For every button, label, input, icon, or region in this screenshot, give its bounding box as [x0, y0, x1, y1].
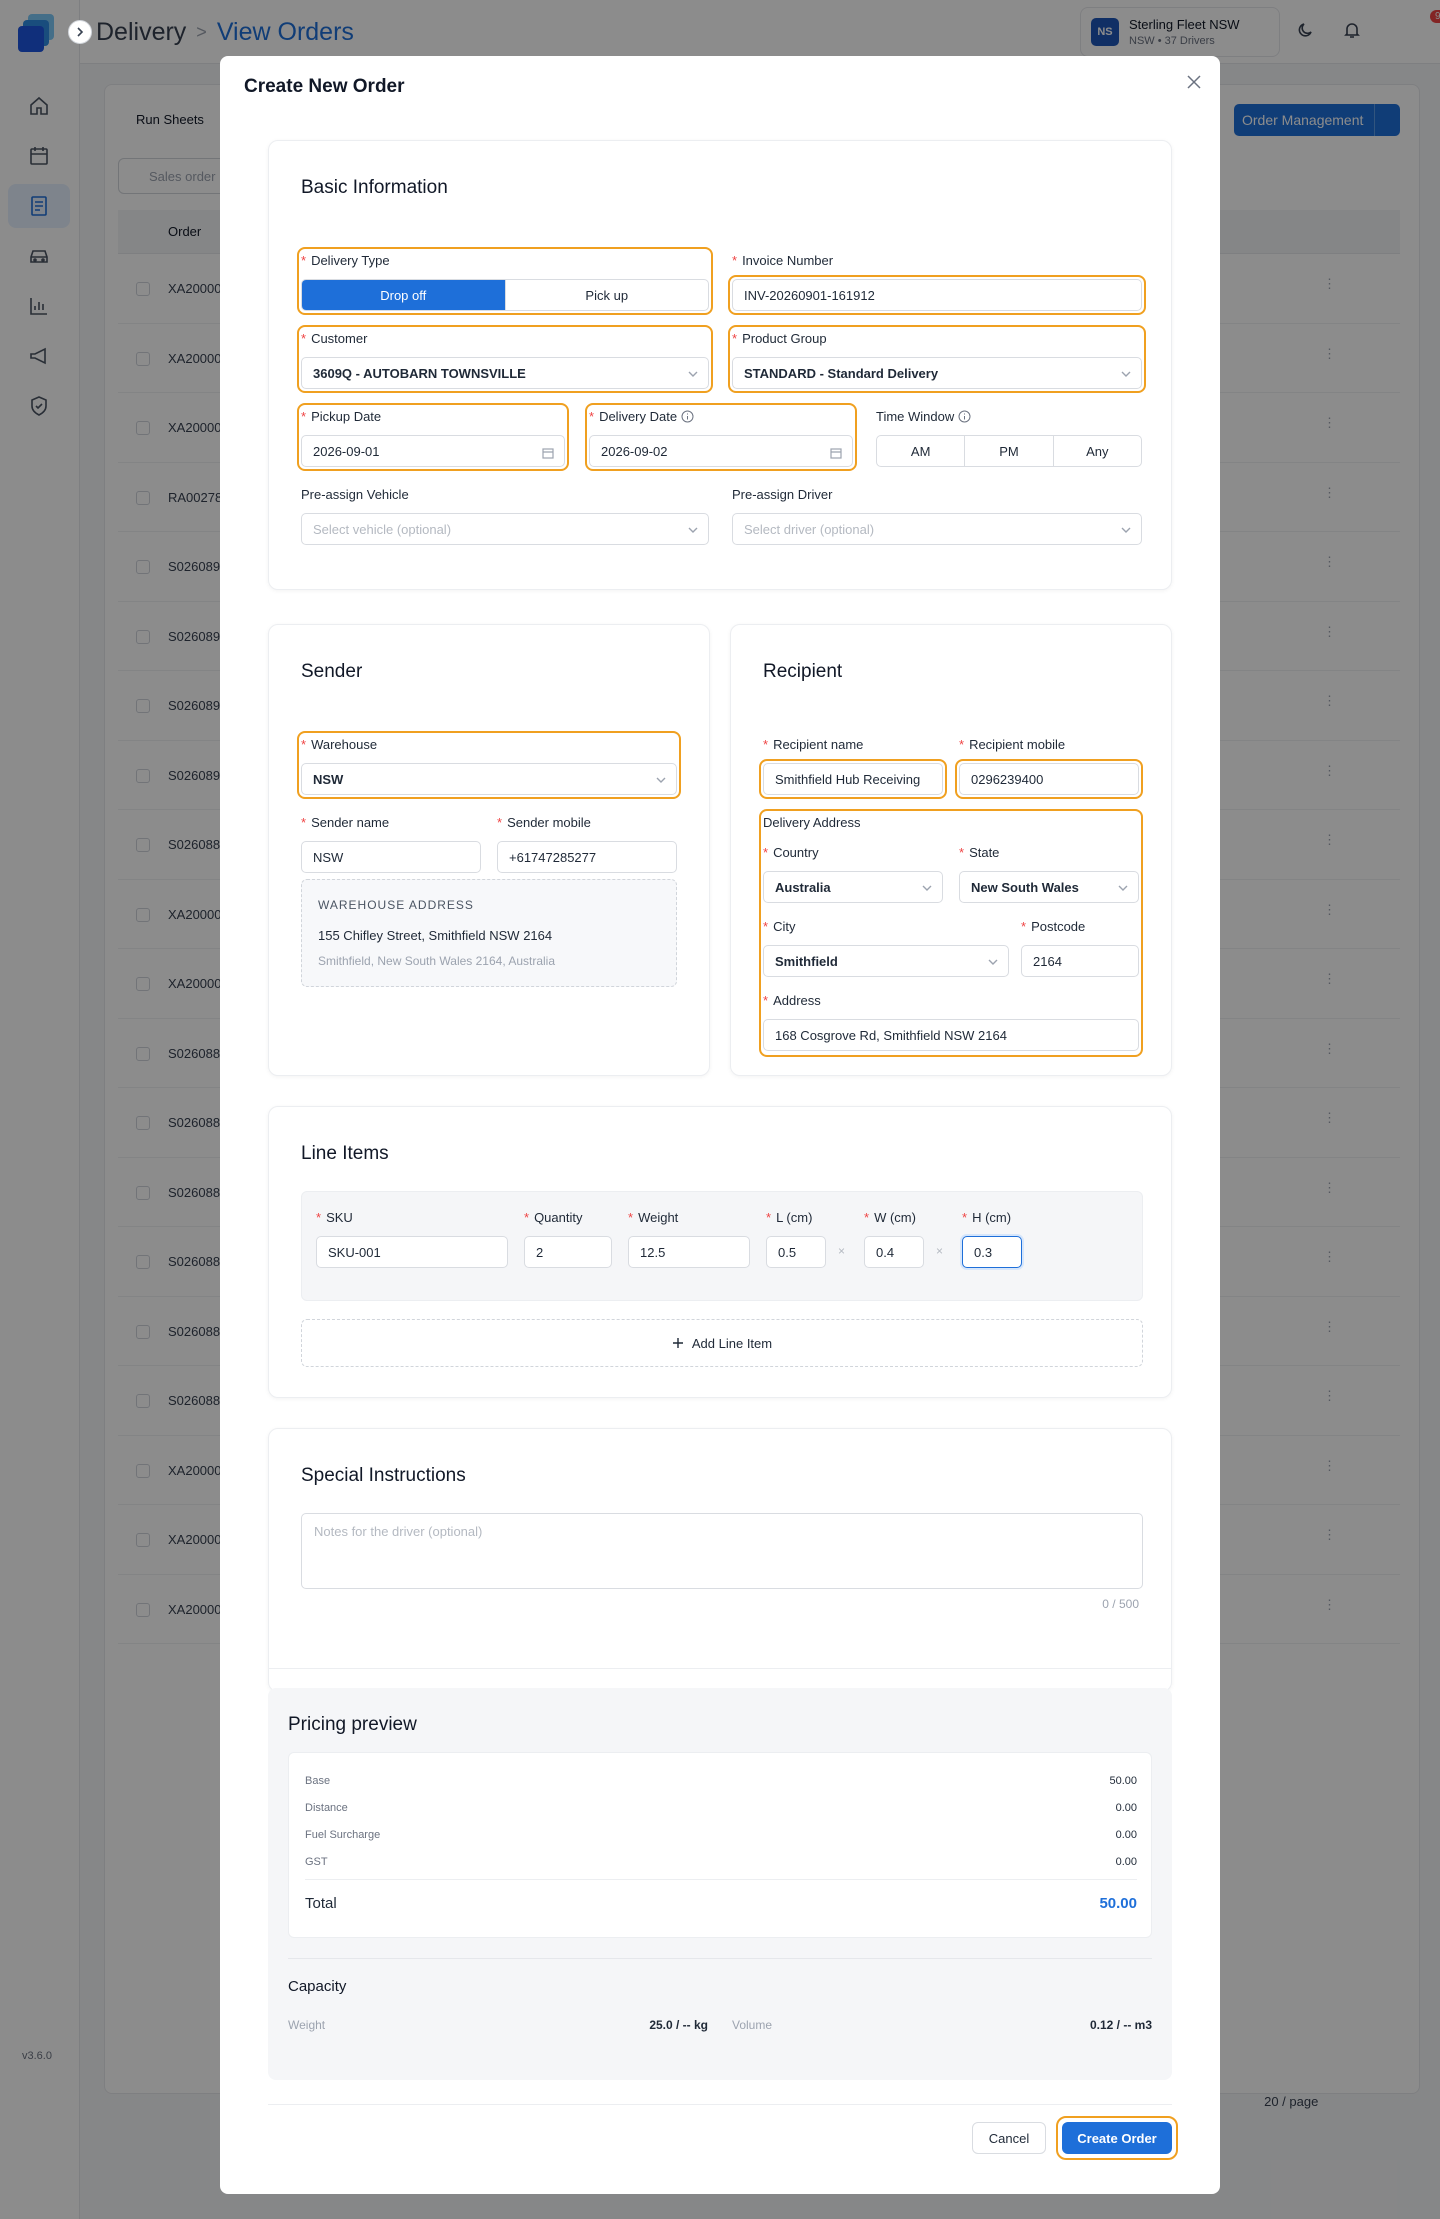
chevron-down-icon	[688, 525, 698, 535]
capacity-volume-value: 0.12 / -- m3	[1089, 2018, 1152, 2032]
capacity-title: Capacity	[288, 1978, 347, 1995]
vehicle-placeholder: Select vehicle (optional)	[313, 522, 452, 537]
customer-highlight	[297, 325, 713, 393]
line-items-card: Line Items * SKU SKU-001 * Quantity 2 * Wei…	[268, 1106, 1172, 1398]
price-row-gst: GST 0.00	[305, 1856, 1137, 1868]
plus-icon	[672, 1337, 684, 1349]
price-row-distance: Distance 0.00	[305, 1802, 1137, 1814]
pickup-date-highlight	[297, 403, 569, 471]
pricing-preview-card: Pricing preview Base 50.00 Distance 0.00 F…	[268, 1688, 1172, 2080]
recipient-name-label: * Recipient name	[763, 737, 864, 752]
length-input[interactable]: 0.5	[766, 1236, 826, 1268]
length-label: * L (cm)	[766, 1210, 813, 1225]
times-sign: ×	[936, 1244, 944, 1258]
sender-title: Sender	[301, 661, 363, 682]
character-counter: 0 / 500	[1102, 1597, 1139, 1611]
pricing-preview-title: Pricing preview	[288, 1714, 417, 1735]
price-row-base: Base 50.00	[305, 1775, 1137, 1787]
footer-divider	[268, 2104, 1172, 2105]
delivery-date-highlight	[585, 403, 857, 471]
modal-title: Create New Order	[244, 76, 405, 97]
quantity-input[interactable]: 2	[524, 1236, 612, 1268]
sender-mobile-label: * Sender mobile	[497, 815, 591, 830]
invoice-number-label: * Invoice Number	[732, 253, 834, 268]
add-line-item-button[interactable]: Add Line Item	[301, 1319, 1143, 1367]
recipient-mobile-label: * Recipient mobile	[959, 737, 1066, 752]
price-row-fuel-surcharge: Fuel Surcharge 0.00	[305, 1829, 1137, 1841]
sku-label: * SKU	[316, 1210, 353, 1225]
pricing-breakdown: Base 50.00 Distance 0.00 Fuel Surcharge 0.0…	[288, 1752, 1152, 1938]
delivery-address-highlight	[759, 809, 1143, 1057]
invoice-number-highlight	[728, 275, 1146, 315]
sender-card: Sender * Warehouse NSW * Sender name NSW *…	[268, 624, 710, 1076]
price-total: Total 50.00	[305, 1895, 1137, 1912]
weight-label: * Weight	[628, 1210, 679, 1225]
pre-assign-vehicle-label: Pre-assign Vehicle	[301, 487, 409, 502]
sender-name-input[interactable]: NSW	[301, 841, 481, 873]
special-instructions-title: Special Instructions	[301, 1465, 466, 1486]
warehouse-address-line1: 155 Chifley Street, Smithfield NSW 2164	[318, 928, 553, 943]
recipient-card: Recipient * Recipient name Smithfield Hub…	[730, 624, 1172, 1076]
time-window-label: Time Window	[876, 409, 971, 424]
pre-assign-driver-label: Pre-assign Driver	[732, 487, 833, 502]
time-window-am[interactable]: AM	[877, 436, 966, 466]
capacity-volume-label: Volume	[732, 2018, 773, 2032]
warehouse-address-heading: WAREHOUSE ADDRESS	[318, 898, 474, 912]
product-group-highlight	[728, 325, 1146, 393]
weight-input[interactable]: 12.5	[628, 1236, 750, 1268]
time-window-segmented: AM PM Any	[876, 435, 1142, 467]
info-icon[interactable]	[958, 410, 971, 423]
height-label: * H (cm)	[962, 1210, 1012, 1225]
recipient-title: Recipient	[763, 661, 843, 682]
recipient-mobile-highlight	[955, 759, 1143, 799]
delivery-type-highlight	[297, 247, 713, 315]
height-input[interactable]: 0.3	[962, 1236, 1022, 1268]
capacity-weight-label: Weight	[288, 2018, 326, 2032]
special-instructions-card: Special Instructions Notes for the drive…	[268, 1428, 1172, 1692]
cancel-button[interactable]: Cancel	[972, 2122, 1046, 2154]
basic-information-card: Basic Information * Delivery Type Drop of…	[268, 140, 1172, 590]
width-label: * W (cm)	[864, 1210, 916, 1225]
width-input[interactable]: 0.4	[864, 1236, 924, 1268]
times-sign: ×	[838, 1244, 846, 1258]
time-window-pm[interactable]: PM	[965, 436, 1054, 466]
chevron-down-icon	[1121, 525, 1131, 535]
basic-information-title: Basic Information	[301, 177, 448, 198]
driver-placeholder: Select driver (optional)	[744, 522, 875, 537]
quantity-label: * Quantity	[524, 1210, 583, 1225]
line-item-row: * SKU SKU-001 * Quantity 2 * Weight 12.5 * L…	[301, 1191, 1143, 1301]
recipient-name-highlight	[759, 759, 947, 799]
driver-select[interactable]: Select driver (optional)	[732, 513, 1142, 545]
sidebar-collapse-button[interactable]	[68, 20, 92, 44]
chevron-right-icon	[75, 27, 85, 37]
create-order-highlight	[1056, 2116, 1178, 2160]
capacity-weight-value: 25.0 / -- kg	[649, 2018, 708, 2032]
line-items-title: Line Items	[301, 1143, 389, 1164]
sender-mobile-input[interactable]: +61747285277	[497, 841, 677, 873]
time-window-any[interactable]: Any	[1054, 436, 1141, 466]
close-icon[interactable]	[1186, 74, 1202, 90]
warehouse-address-box: WAREHOUSE ADDRESS 155 Chifley Street, Sm…	[301, 879, 677, 987]
sender-name-label: * Sender name	[301, 815, 390, 830]
add-line-item-label: Add Line Item	[691, 1335, 773, 1351]
sku-input[interactable]: SKU-001	[316, 1236, 508, 1268]
warehouse-highlight	[297, 731, 681, 799]
vehicle-select[interactable]: Select vehicle (optional)	[301, 513, 709, 545]
create-order-modal: Create New Order Basic Information * Deli…	[220, 56, 1220, 2194]
special-instructions-textarea[interactable]: Notes for the driver (optional)	[301, 1513, 1143, 1589]
warehouse-address-line2: Smithfield, New South Wales 2164, Austra…	[318, 954, 556, 968]
